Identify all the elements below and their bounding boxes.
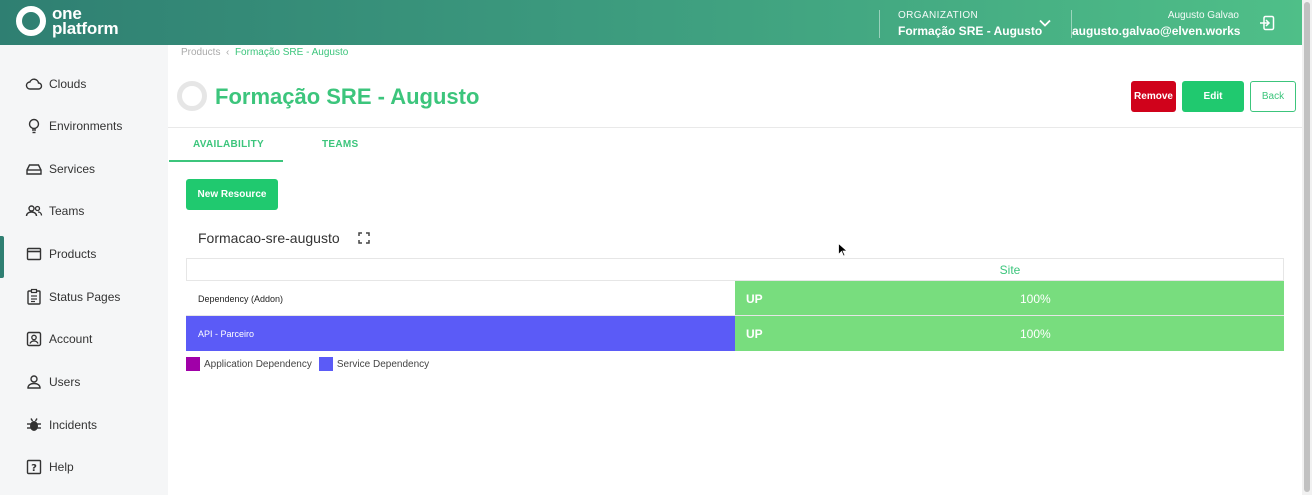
people-icon — [25, 202, 43, 220]
scrollbar-thumb[interactable] — [1304, 2, 1310, 492]
legend: Application Dependency Service Dependenc… — [186, 357, 436, 371]
legend-label: Service Dependency — [336, 358, 430, 370]
sidebar: Clouds Environments Services Teams Produ… — [0, 45, 168, 495]
breadcrumb: Products ‹ Formação SRE - Augusto — [181, 47, 348, 58]
clipboard-icon — [25, 288, 43, 306]
chevron-down-icon[interactable] — [1038, 16, 1052, 30]
availability-table: Site Dependency (Addon) UP 100% API - Pa… — [186, 258, 1284, 351]
logo-ring-icon — [16, 6, 46, 36]
legend-swatch — [186, 357, 200, 371]
logo-text-line2: platform — [52, 19, 119, 38]
person-icon — [25, 373, 43, 391]
page-scrollbar[interactable] — [1302, 0, 1312, 495]
svg-text:?: ? — [31, 463, 37, 474]
availability-percent: 100% — [1020, 327, 1051, 341]
sidebar-item-clouds[interactable]: Clouds — [0, 66, 168, 102]
new-resource-button[interactable]: New Resource — [186, 179, 278, 210]
status-label: UP — [746, 292, 763, 306]
logo[interactable]: one platform — [16, 5, 119, 38]
status-label: UP — [746, 327, 763, 341]
user-info: Augusto Galvao augusto.galvao@elven.work… — [1071, 10, 1241, 38]
sidebar-item-label: Status Pages — [49, 290, 121, 304]
sidebar-item-label: Clouds — [49, 77, 87, 91]
legend-item: Application Dependency — [186, 357, 312, 371]
sidebar-item-label: Users — [49, 375, 81, 389]
user-name: Augusto Galvao — [1167, 10, 1239, 21]
sidebar-item-environments[interactable]: Environments — [0, 108, 168, 144]
tab-availability[interactable]: AVAILABILITY — [193, 139, 264, 150]
resource-name[interactable]: Dependency (Addon) — [186, 281, 735, 316]
sidebar-item-teams[interactable]: Teams — [0, 193, 168, 229]
page-title: Formação SRE - Augusto — [215, 84, 480, 109]
product-status-ring-icon — [177, 81, 207, 111]
user-email: augusto.galvao@elven.works — [1072, 24, 1241, 38]
header-divider — [168, 127, 1302, 128]
sidebar-item-label: Services — [49, 162, 96, 176]
sidebar-item-incidents[interactable]: Incidents — [0, 407, 168, 443]
window-icon — [25, 245, 43, 263]
sidebar-item-label: Products — [49, 247, 97, 261]
sidebar-item-status-pages[interactable]: Status Pages — [0, 279, 168, 315]
cloud-icon — [25, 75, 43, 93]
table-header: Site — [186, 258, 1284, 280]
active-tab-indicator — [169, 160, 283, 162]
back-button[interactable]: Back — [1250, 81, 1296, 112]
section-title: Formacao-sre-augusto — [198, 230, 340, 246]
status-cell[interactable]: UP 100% — [735, 281, 1284, 316]
availability-percent: 100% — [1020, 292, 1051, 306]
sidebar-item-label: Help — [49, 460, 74, 474]
breadcrumb-products-link[interactable]: Products — [181, 47, 220, 58]
sidebar-item-label: Incidents — [49, 418, 98, 432]
remove-button[interactable]: Remove — [1131, 81, 1176, 112]
status-cell[interactable]: UP 100% — [735, 316, 1284, 351]
tab-teams[interactable]: TEAMS — [322, 139, 359, 150]
breadcrumb-separator: ‹ — [226, 47, 230, 58]
legend-item: Service Dependency — [318, 357, 430, 371]
help-icon: ? — [25, 458, 43, 476]
fullscreen-icon[interactable] — [358, 232, 370, 244]
lightbulb-icon — [25, 117, 43, 135]
bug-icon — [25, 416, 43, 434]
sidebar-item-account[interactable]: Account — [0, 321, 168, 357]
legend-label: Application Dependency — [204, 358, 312, 370]
column-header-site: Site — [999, 263, 1021, 277]
sidebar-item-products[interactable]: Products — [0, 236, 168, 278]
table-row[interactable]: Dependency (Addon) UP 100% — [186, 280, 1284, 316]
sidebar-item-label: Account — [49, 332, 93, 346]
organization-name: Formação SRE - Augusto — [898, 24, 1043, 38]
mouse-cursor-icon — [838, 243, 847, 257]
table-row[interactable]: API - Parceiro UP 100% — [186, 315, 1284, 351]
organization-selector[interactable]: ORGANIZATION Formação SRE - Augusto — [879, 10, 1042, 38]
sidebar-item-users[interactable]: Users — [0, 364, 168, 400]
resource-name[interactable]: API - Parceiro — [186, 316, 735, 351]
organization-label: ORGANIZATION — [898, 10, 979, 21]
edit-button[interactable]: Edit — [1182, 81, 1244, 112]
sidebar-item-label: Environments — [49, 119, 123, 133]
sidebar-item-help[interactable]: ? Help — [0, 449, 168, 485]
legend-swatch — [318, 357, 333, 371]
sidebar-item-services[interactable]: Services — [0, 151, 168, 187]
account-box-icon — [25, 330, 43, 348]
sidebar-item-label: Teams — [49, 204, 85, 218]
breadcrumb-current: Formação SRE - Augusto — [234, 47, 349, 58]
logout-icon[interactable] — [1259, 15, 1275, 31]
server-icon — [25, 160, 43, 178]
top-bar: one platform ORGANIZATION Formação SRE -… — [0, 0, 1302, 45]
